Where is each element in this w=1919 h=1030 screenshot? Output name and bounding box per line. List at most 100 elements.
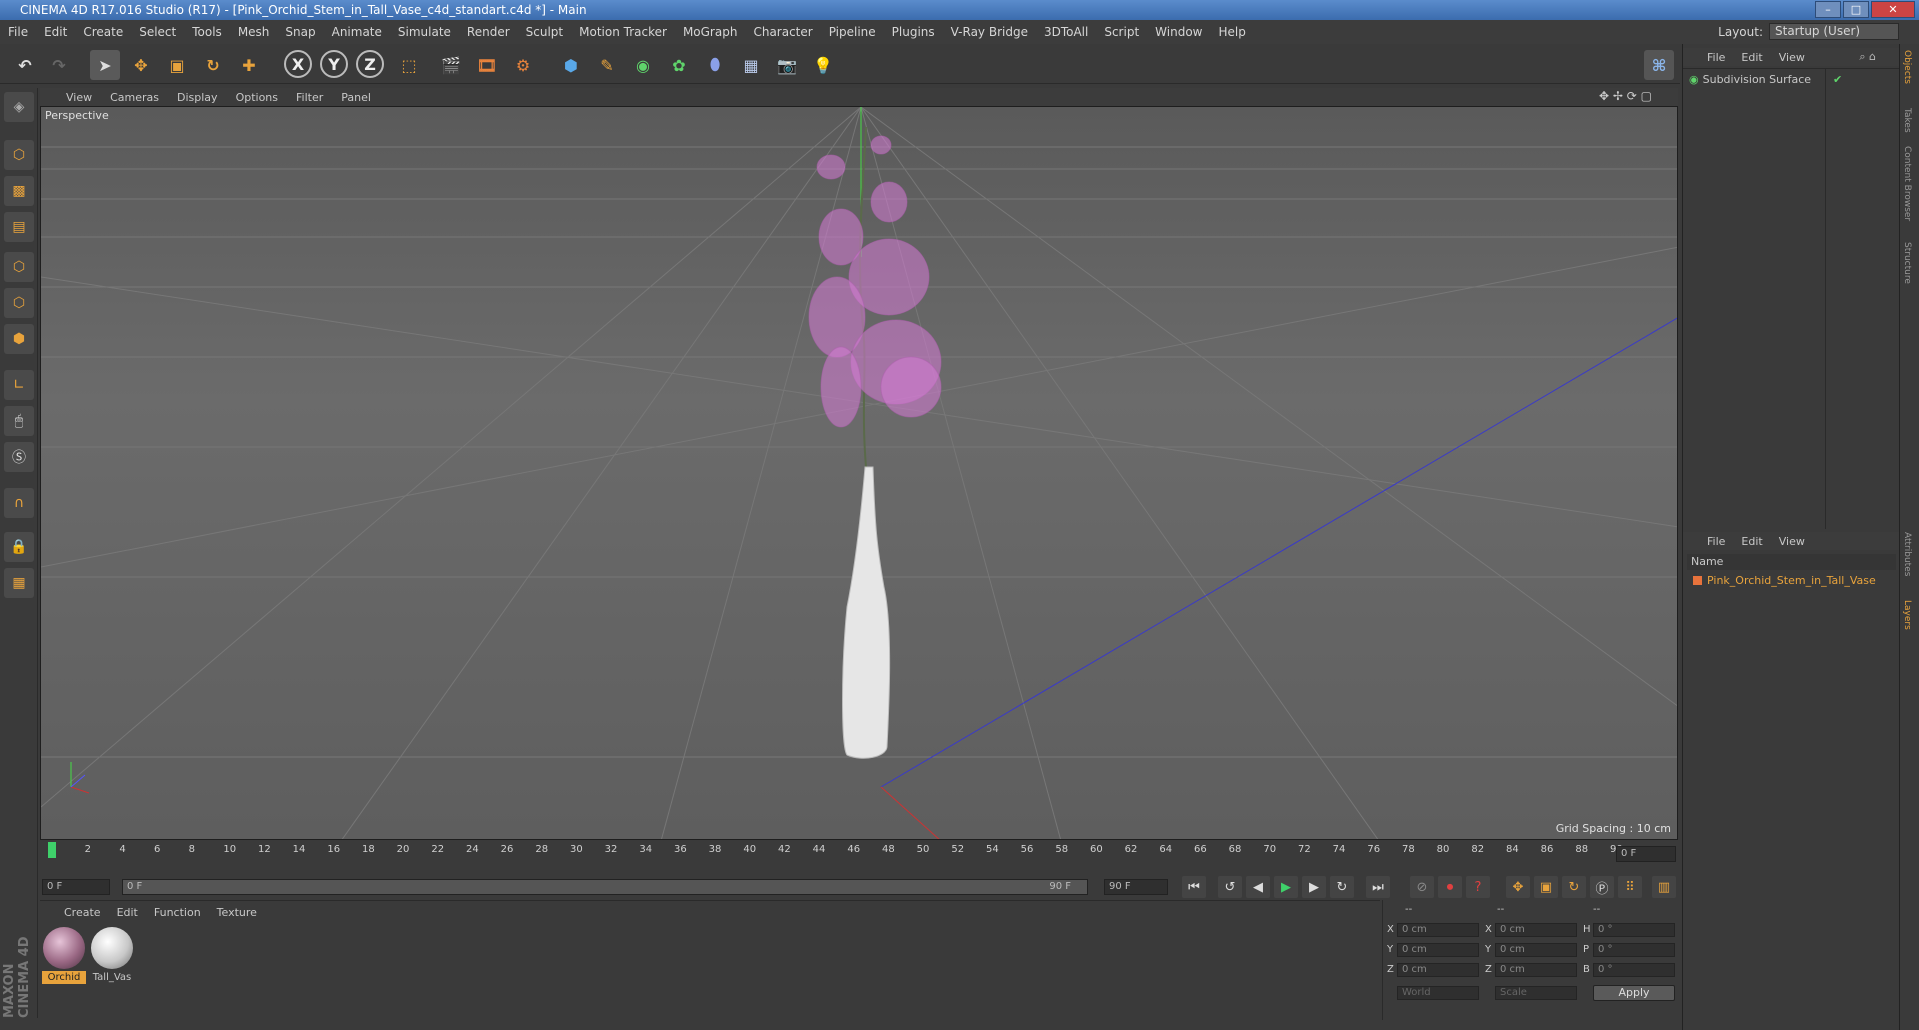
material-menu-function[interactable]: Function (154, 906, 201, 919)
layers-menu-file[interactable]: File (1707, 535, 1725, 548)
model-mode-icon[interactable]: ⬡ (4, 140, 34, 170)
material-tall-vase[interactable]: Tall_Vas (90, 927, 134, 984)
redo-icon[interactable]: ↷ (44, 50, 74, 80)
layer-row[interactable]: Pink_Orchid_Stem_in_Tall_Vase (1693, 574, 1876, 587)
menu-select[interactable]: Select (139, 25, 176, 39)
deformer-icon[interactable]: ⬮ (700, 50, 730, 80)
menu-sculpt[interactable]: Sculpt (526, 25, 563, 39)
menu-edit[interactable]: Edit (44, 25, 67, 39)
menu-help[interactable]: Help (1218, 25, 1245, 39)
objects-menu-file[interactable]: File (1707, 51, 1725, 64)
select-arrow-icon[interactable]: ➤ (90, 50, 120, 80)
menu-create[interactable]: Create (83, 25, 123, 39)
z-axis-icon[interactable]: Z (356, 50, 384, 78)
render-picture-viewer-icon[interactable]: 🎞 (472, 50, 502, 80)
material-menu-edit[interactable]: Edit (117, 906, 138, 919)
go-to-start-icon[interactable]: ⏮ (1182, 876, 1206, 898)
move-icon[interactable]: ✥ (126, 50, 156, 80)
layers-menu-edit[interactable]: Edit (1741, 535, 1762, 548)
size-y-field[interactable]: 0 cm (1495, 943, 1577, 957)
menu-pipeline[interactable]: Pipeline (829, 25, 876, 39)
tab-content-browser[interactable]: Content Browser (1902, 146, 1912, 221)
planar-workplane-icon[interactable]: ▦ (4, 568, 34, 598)
make-editable-icon[interactable]: ◈ (4, 92, 34, 122)
locked-workplane-icon[interactable]: 🔒 (4, 532, 34, 562)
viewport-menu-panel[interactable]: Panel (341, 91, 371, 104)
tab-attributes[interactable]: Attributes (1902, 532, 1912, 576)
layers-menu-view[interactable]: View (1779, 535, 1805, 548)
rot-h-field[interactable]: 0 ° (1593, 923, 1675, 937)
menu-file[interactable]: File (8, 25, 28, 39)
viewport-nav-icons[interactable]: ✥ ✢ ⟳ ▢ (1599, 89, 1652, 103)
tweak-mode-icon[interactable]: 🖱 (4, 406, 34, 436)
pen-spline-icon[interactable]: ✎ (592, 50, 622, 80)
visibility-check-icon[interactable]: ✔ (1833, 73, 1842, 86)
next-frame-icon[interactable]: ▶ (1302, 876, 1326, 898)
menu-mograph[interactable]: MoGraph (683, 25, 738, 39)
playhead[interactable] (48, 842, 56, 858)
pos-z-field[interactable]: 0 cm (1397, 963, 1479, 977)
viewport-menu-display[interactable]: Display (177, 91, 218, 104)
viewport-menu-cameras[interactable]: Cameras (110, 91, 159, 104)
x-axis-icon[interactable]: X (284, 50, 312, 78)
python-icon[interactable]: ⌘ (1644, 50, 1674, 80)
camera-icon[interactable]: 📷 (772, 50, 802, 80)
menu-3dtoall[interactable]: 3DToAll (1044, 25, 1088, 39)
material-orchid[interactable]: Orchid (42, 927, 86, 984)
pos-x-field[interactable]: 0 cm (1397, 923, 1479, 937)
subdivision-icon[interactable]: ◉ (628, 50, 658, 80)
record-keys-disabled-icon[interactable]: ⊘ (1410, 876, 1434, 898)
rot-b-field[interactable]: 0 ° (1593, 963, 1675, 977)
timeline[interactable]: 0246810121416182022242628303234363840424… (40, 840, 1678, 876)
undo-icon[interactable]: ↶ (10, 50, 40, 80)
viewport-menu-view[interactable]: View (66, 91, 92, 104)
objects-menu-edit[interactable]: Edit (1741, 51, 1762, 64)
scale-icon[interactable]: ▣ (162, 50, 192, 80)
object-row-subdivision-surface[interactable]: ◉ Subdivision Surface (1689, 73, 1811, 86)
menu-simulate[interactable]: Simulate (398, 25, 451, 39)
menu-character[interactable]: Character (753, 25, 812, 39)
autokey-icon[interactable]: ⏺ (1438, 876, 1462, 898)
key-pla-icon[interactable]: ⠿ (1618, 876, 1642, 898)
polygons-mode-icon[interactable]: ⬢ (4, 324, 34, 354)
layout-dropdown[interactable]: Startup (User) (1769, 23, 1899, 40)
y-axis-icon[interactable]: Y (320, 50, 348, 78)
texture-mode-icon[interactable]: ▩ (4, 176, 34, 206)
start-frame-field[interactable]: 0 F (42, 879, 110, 895)
key-position-icon[interactable]: ✥ (1506, 876, 1530, 898)
cloner-icon[interactable]: ✿ (664, 50, 694, 80)
transform-icon[interactable]: ✚ (234, 50, 264, 80)
axis-mode-icon[interactable]: ∟ (4, 370, 34, 400)
current-frame-field[interactable]: 0 F (1616, 846, 1676, 862)
timeline-ruler[interactable]: 0246810121416182022242628303234363840424… (50, 842, 1623, 862)
next-key-icon[interactable]: ↻ (1330, 876, 1354, 898)
minimize-icon[interactable]: – (1815, 1, 1841, 18)
menu-snap[interactable]: Snap (285, 25, 315, 39)
viewport-menu-options[interactable]: Options (236, 91, 278, 104)
maximize-icon[interactable]: □ (1843, 1, 1869, 18)
menu-tools[interactable]: Tools (192, 25, 222, 39)
menu-script[interactable]: Script (1104, 25, 1139, 39)
menu-render[interactable]: Render (467, 25, 510, 39)
tab-objects[interactable]: Objects (1902, 50, 1912, 84)
size-x-field[interactable]: 0 cm (1495, 923, 1577, 937)
perspective-viewport[interactable]: Perspective Grid Spacing : 10 cm (40, 106, 1678, 840)
menu-plugins[interactable]: Plugins (892, 25, 935, 39)
workplane-icon[interactable]: ▤ (4, 212, 34, 242)
floor-icon[interactable]: ▦ (736, 50, 766, 80)
scale-dropdown[interactable]: Scale (1495, 986, 1577, 1000)
go-to-end-icon[interactable]: ⏭ (1366, 876, 1390, 898)
edges-mode-icon[interactable]: ⬡ (4, 288, 34, 318)
menu-window[interactable]: Window (1155, 25, 1202, 39)
rot-p-field[interactable]: 0 ° (1593, 943, 1675, 957)
previous-frame-icon[interactable]: ◀ (1246, 876, 1270, 898)
menu-mesh[interactable]: Mesh (238, 25, 270, 39)
world-dropdown[interactable]: World (1397, 986, 1479, 1000)
material-menu-create[interactable]: Create (64, 906, 101, 919)
coordinate-system-icon[interactable]: ⬚ (394, 50, 424, 80)
play-icon[interactable]: ▶ (1274, 876, 1298, 898)
previous-key-icon[interactable]: ↺ (1218, 876, 1242, 898)
timeline-window-icon[interactable]: ▥ (1652, 876, 1676, 898)
render-view-icon[interactable]: 🎬 (436, 50, 466, 80)
apply-button[interactable]: Apply (1593, 985, 1675, 1001)
